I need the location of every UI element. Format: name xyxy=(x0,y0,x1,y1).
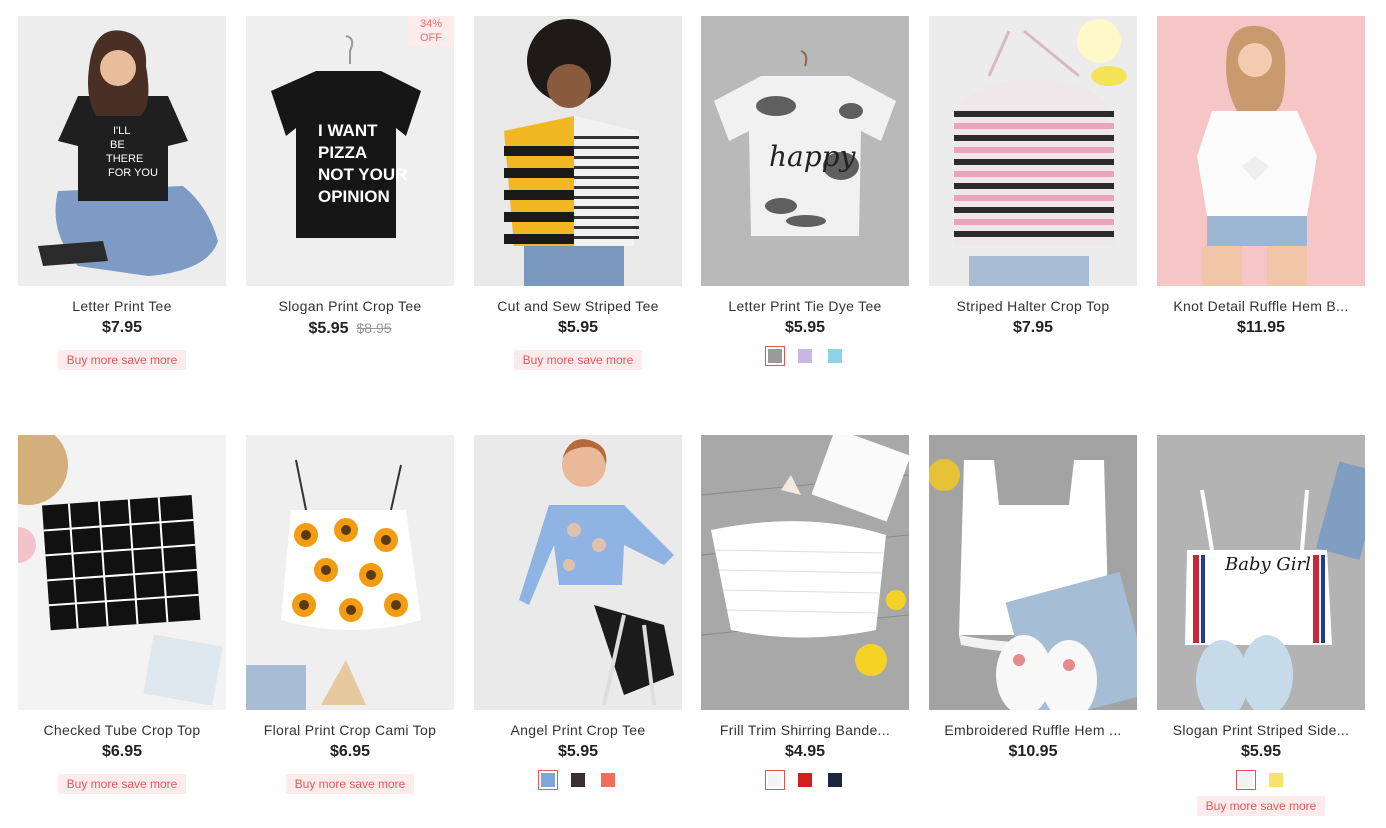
product-title[interactable]: Angel Print Crop Tee xyxy=(474,722,682,738)
product-title[interactable]: Slogan Print Striped Side... xyxy=(1157,722,1365,738)
sale-price: $7.95 xyxy=(101,319,143,336)
price-row: $4.95 xyxy=(701,743,909,761)
sale-price: $7.95 xyxy=(1012,319,1054,336)
product-card[interactable]: I'LL BE THERE FOR YOU Letter Print Tee $7.… xyxy=(18,16,226,370)
product-card[interactable]: Checked Tube Crop Top $6.95 Buy more save … xyxy=(18,435,226,794)
sale-price: $10.95 xyxy=(1008,743,1058,760)
product-title[interactable]: Striped Halter Crop Top xyxy=(929,298,1137,314)
svg-text:NOT YOUR: NOT YOUR xyxy=(318,165,407,184)
sale-price: $5.95 xyxy=(1240,743,1282,760)
price-row: $5.95 $8.95 xyxy=(246,319,454,338)
product-image[interactable] xyxy=(246,435,454,710)
promo-tag[interactable]: Buy more save more xyxy=(1196,796,1326,816)
product-card[interactable]: Baby Girl Slogan Print Striped Side... $5… xyxy=(1157,435,1365,816)
svg-text:happy: happy xyxy=(769,140,857,173)
color-swatch[interactable] xyxy=(795,770,815,790)
color-swatch[interactable] xyxy=(765,346,785,366)
color-swatch[interactable] xyxy=(598,770,618,790)
promo-tag[interactable]: Buy more save more xyxy=(57,774,187,794)
sale-price: $5.95 xyxy=(557,319,599,336)
product-image[interactable] xyxy=(1157,16,1365,286)
color-swatch[interactable] xyxy=(538,770,558,790)
product-card[interactable]: Floral Print Crop Cami Top $6.95 Buy more … xyxy=(246,435,454,794)
product-card[interactable]: happy Letter Print Tie Dye Tee $5.95 xyxy=(701,16,909,366)
sale-price: $11.95 xyxy=(1236,319,1286,336)
price-row: $7.95 xyxy=(18,319,226,337)
product-card[interactable]: I WANT PIZZA NOT YOUR OPINION 34% OFF Slog… xyxy=(246,16,454,338)
color-swatches xyxy=(701,346,909,366)
color-swatches xyxy=(474,770,682,790)
product-title[interactable]: Slogan Print Crop Tee xyxy=(246,298,454,314)
product-title[interactable]: Letter Print Tee xyxy=(18,298,226,314)
product-card[interactable]: Knot Detail Ruffle Hem B... $11.95 xyxy=(1157,16,1365,337)
price-row: $5.95 xyxy=(1157,743,1365,761)
color-swatch[interactable] xyxy=(795,346,815,366)
product-card[interactable]: Striped Halter Crop Top $7.95 xyxy=(929,16,1137,337)
product-image[interactable] xyxy=(701,435,909,710)
svg-text:FOR YOU: FOR YOU xyxy=(108,167,158,179)
price-row: $5.95 xyxy=(474,319,682,337)
discount-badge: 34% OFF xyxy=(408,16,454,46)
product-image[interactable]: I'LL BE THERE FOR YOU xyxy=(18,16,226,286)
product-image[interactable]: Baby Girl xyxy=(1157,435,1365,710)
color-swatches xyxy=(701,770,909,790)
promo-tag[interactable]: Buy more save more xyxy=(285,774,415,794)
price-row: $5.95 xyxy=(474,743,682,761)
price-row: $11.95 xyxy=(1157,319,1365,337)
product-title[interactable]: Floral Print Crop Cami Top xyxy=(246,722,454,738)
price-row: $5.95 xyxy=(701,319,909,337)
product-card[interactable]: Embroidered Ruffle Hem ... $10.95 xyxy=(929,435,1137,761)
color-swatch[interactable] xyxy=(825,346,845,366)
color-swatch[interactable] xyxy=(1236,770,1256,790)
product-title[interactable]: Cut and Sew Striped Tee xyxy=(474,298,682,314)
sale-price: $5.95 xyxy=(557,743,599,760)
sale-price: $5.95 xyxy=(308,320,349,337)
product-title[interactable]: Checked Tube Crop Top xyxy=(18,722,226,738)
product-title[interactable]: Knot Detail Ruffle Hem B... xyxy=(1157,298,1365,314)
product-image[interactable] xyxy=(474,435,682,710)
product-image[interactable] xyxy=(18,435,226,710)
color-swatch[interactable] xyxy=(765,770,785,790)
product-title[interactable]: Embroidered Ruffle Hem ... xyxy=(929,722,1137,738)
promo-tag[interactable]: Buy more save more xyxy=(513,350,643,370)
color-swatch[interactable] xyxy=(1266,770,1286,790)
product-card[interactable]: Frill Trim Shirring Bande... $4.95 xyxy=(701,435,909,790)
svg-text:BE: BE xyxy=(110,139,125,151)
product-card[interactable]: Angel Print Crop Tee $5.95 xyxy=(474,435,682,790)
color-swatches xyxy=(1157,770,1365,790)
sale-price: $5.95 xyxy=(784,319,826,336)
color-swatch[interactable] xyxy=(568,770,588,790)
svg-text:I WANT: I WANT xyxy=(318,121,378,140)
product-card[interactable]: Cut and Sew Striped Tee $5.95 Buy more sav… xyxy=(474,16,682,370)
svg-text:Baby Girl: Baby Girl xyxy=(1224,554,1311,575)
product-title[interactable]: Letter Print Tie Dye Tee xyxy=(701,298,909,314)
product-title[interactable]: Frill Trim Shirring Bande... xyxy=(701,722,909,738)
sale-price: $4.95 xyxy=(784,743,826,760)
price-row: $7.95 xyxy=(929,319,1137,337)
price-row: $6.95 xyxy=(246,743,454,761)
sale-price: $6.95 xyxy=(329,743,371,760)
product-image[interactable] xyxy=(474,16,682,286)
price-row: $10.95 xyxy=(929,743,1137,761)
product-image[interactable]: happy xyxy=(701,16,909,286)
product-image[interactable] xyxy=(929,435,1137,710)
product-image[interactable]: I WANT PIZZA NOT YOUR OPINION 34% OFF xyxy=(246,16,454,286)
svg-text:PIZZA: PIZZA xyxy=(318,143,367,162)
promo-tag[interactable]: Buy more save more xyxy=(57,350,187,370)
product-image[interactable] xyxy=(929,16,1137,286)
svg-text:OPINION: OPINION xyxy=(318,187,390,206)
price-row: $6.95 xyxy=(18,743,226,761)
original-price: $8.95 xyxy=(356,320,392,336)
sale-price: $6.95 xyxy=(101,743,143,760)
svg-text:THERE: THERE xyxy=(106,153,143,165)
color-swatch[interactable] xyxy=(825,770,845,790)
svg-text:I'LL: I'LL xyxy=(113,125,130,137)
